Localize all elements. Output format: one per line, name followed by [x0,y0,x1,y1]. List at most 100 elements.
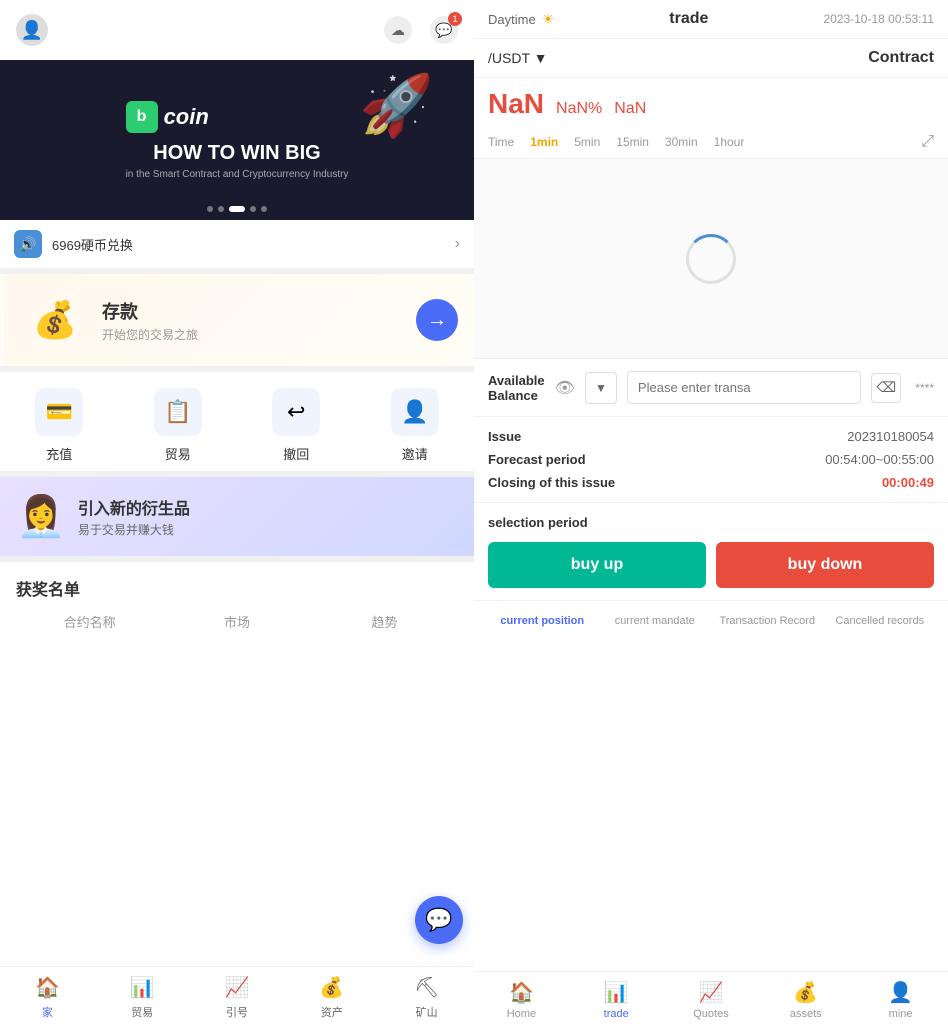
clear-button[interactable]: ⌫ [871,373,901,403]
rnav-mine-label: mine [889,1008,913,1020]
expand-icon[interactable]: ⤢ [921,133,934,151]
time-selector: Time 1min 5min 15min 30min 1hour ⤢ [474,126,948,159]
rnav-mine[interactable]: 👤 mine [853,980,948,1020]
closing-row: Closing of this issue 00:00:49 [488,475,934,490]
rnav-quotes[interactable]: 📈 Quotes [664,980,759,1020]
deposit-card: 💰 存款 开始您的交易之旅 → [0,274,474,366]
action-invite[interactable]: 👤 邀请 [391,388,439,463]
time-1min[interactable]: 1min [522,132,566,152]
assets-label: 资产 [321,1004,343,1020]
notice-arrow: › [455,235,460,253]
nav-home[interactable]: 🏠 家 [0,975,95,1020]
tab-transaction-record[interactable]: Transaction Record [713,611,822,631]
tab-current-mandate[interactable]: current mandate [601,611,710,631]
promo-title: 引入新的衍生品 [78,495,190,519]
banner-dots [207,206,267,212]
right-panel: Daytime ☀ trade 2023-10-18 00:53:11 /USD… [474,0,948,1024]
deposit-illustration: 💰 [20,290,90,350]
notice-bar[interactable]: 🔊 6969硬币兑换 › [0,220,474,268]
rnav-assets-icon: 💰 [793,980,818,1005]
left-bottom-nav: 🏠 家 📊 贸易 📈 引号 💰 资产 ⛏ 矿山 [0,966,474,1024]
brand-icon: b [126,101,158,133]
contract-label: Contract [868,49,934,67]
action-withdraw[interactable]: ↩ 撤回 [272,388,320,463]
header-icons: ☁ 💬 1 [384,16,458,44]
action-trade[interactable]: 📋 贸易 [154,388,202,463]
nav-mine[interactable]: ⛏ 矿山 [379,975,474,1020]
buy-up-button[interactable]: buy up [488,542,706,588]
pair-text: /USDT ▼ [488,50,548,66]
trade-icon: 📋 [154,388,202,436]
deposit-button[interactable]: → [416,299,458,341]
rnav-mine-icon: 👤 [888,980,913,1005]
rnav-trade-label: trade [604,1008,629,1020]
upload-button[interactable]: ☁ [384,16,412,44]
banner-content: b coin HOW TO WIN BIG in the Smart Contr… [126,101,349,180]
fab-button[interactable]: 💬 [415,896,463,944]
banner-logo: b coin [126,101,349,133]
forecast-row: Forecast period 00:54:00~00:55:00 [488,452,934,467]
promo-left: 👩‍💼 引入新的衍生品 易于交易并赚大钱 [16,493,190,540]
quotes-icon: 📈 [225,975,250,1000]
eye-icon[interactable]: 👁 [555,378,575,398]
time-1hour[interactable]: 1hour [706,132,753,152]
dot-1 [207,206,213,212]
rnav-home-icon: 🏠 [509,980,534,1005]
notice-text: 6969硬币兑换 [52,235,455,254]
banner-subtitle: in the Smart Contract and Cryptocurrency… [126,169,349,180]
invite-icon: 👤 [391,388,439,436]
rocket-icon: 🚀 [359,70,434,141]
tab-cancelled-records[interactable]: Cancelled records [826,611,935,631]
invite-label: 邀请 [402,444,428,463]
avatar[interactable]: 👤 [16,14,48,46]
chart-area [474,159,948,359]
mine-label: 矿山 [416,1004,438,1020]
sun-icon: ☀ [542,11,555,28]
rnav-home[interactable]: 🏠 Home [474,980,569,1020]
banner-title: HOW TO WIN BIG [126,141,349,165]
info-section: Issue 202310180054 Forecast period 00:54… [474,417,948,503]
selection-section: selection period buy up buy down [474,503,948,600]
time-30min[interactable]: 30min [657,132,706,152]
rnav-trade[interactable]: 📊 trade [569,980,664,1020]
nav-assets[interactable]: 💰 资产 [284,975,379,1020]
price-main: NaN NaN% NaN [488,88,934,120]
issue-label: Issue [488,429,521,444]
right-header: Daytime ☀ trade 2023-10-18 00:53:11 [474,0,948,39]
time-5min[interactable]: 5min [566,132,608,152]
balance-section: Available Balance 👁 ▼ ⌫ **** [474,359,948,417]
left-header: 👤 ☁ 💬 1 [0,0,474,60]
forecast-label: Forecast period [488,452,586,467]
time-15min[interactable]: 15min [608,132,657,152]
deposit-title: 存款 [102,298,198,324]
price-percent: NaN% [556,100,602,118]
upload-icon: ☁ [391,22,405,39]
tab-current-position[interactable]: current position [488,611,597,631]
amount-input[interactable] [627,371,861,404]
message-button[interactable]: 💬 1 [430,16,458,44]
rnav-assets[interactable]: 💰 assets [758,980,853,1020]
nav-trade[interactable]: 📊 贸易 [95,975,190,1020]
price-diff: NaN [614,100,646,118]
rnav-home-label: Home [507,1008,536,1020]
assets-icon: 💰 [319,975,344,1000]
trade-label: 贸易 [165,444,191,463]
mine-icon: ⛏ [414,975,439,1000]
quotes-label: 引号 [226,1004,248,1020]
nav-quotes[interactable]: 📈 引号 [190,975,285,1020]
buy-down-button[interactable]: buy down [716,542,934,588]
col-market: 市场 [163,612,310,631]
pair-selector[interactable]: /USDT ▼ [488,50,548,66]
recharge-label: 充值 [46,444,72,463]
deposit-left: 💰 存款 开始您的交易之旅 [20,290,198,350]
col-trend: 趋势 [311,612,458,631]
time-label: Time [488,135,514,149]
pair-section: /USDT ▼ Contract [474,39,948,78]
deposit-info: 存款 开始您的交易之旅 [102,298,198,343]
action-recharge[interactable]: 💳 充值 [35,388,83,463]
trade-nav-label: 贸易 [131,1004,153,1020]
balance-dropdown[interactable]: ▼ [585,372,617,404]
balance-label: Available [488,373,545,388]
promo-info: 引入新的衍生品 易于交易并赚大钱 [78,495,190,538]
trade-nav-icon: 📊 [130,975,155,1000]
